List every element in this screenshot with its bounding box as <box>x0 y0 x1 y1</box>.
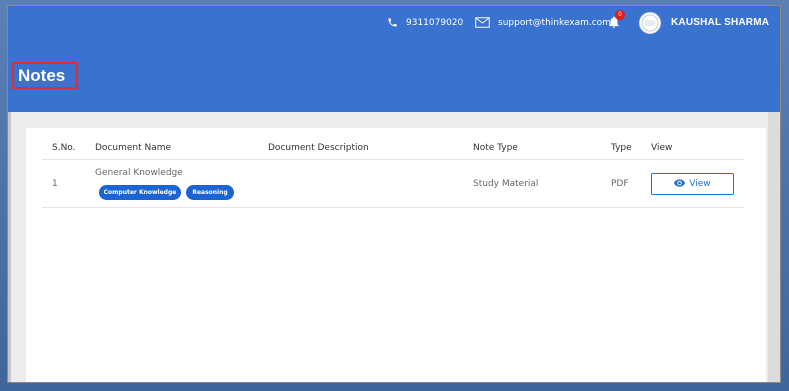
view-button[interactable]: View <box>651 173 734 195</box>
column-header-document-description: Document Description <box>268 143 369 153</box>
user-name[interactable]: KAUSHAL SHARMA <box>671 17 769 28</box>
notes-table-card <box>26 128 766 382</box>
column-header-note-type: Note Type <box>473 143 518 153</box>
page-title: Notes <box>12 62 78 89</box>
app-window: 9311079020 support@thinkexam.com 0 KAUSH… <box>8 6 780 382</box>
email-address: support@thinkexam.com <box>498 17 611 28</box>
phone-number: 9311079020 <box>406 17 464 28</box>
top-header: 9311079020 support@thinkexam.com 0 KAUSH… <box>8 6 780 112</box>
view-button-label: View <box>689 179 711 189</box>
notification-button[interactable]: 0 <box>607 10 625 30</box>
eye-icon <box>674 178 686 190</box>
right-scrollbar-area[interactable] <box>768 112 780 382</box>
avatar[interactable] <box>639 12 661 34</box>
column-header-document-name: Document Name <box>95 143 172 153</box>
table-row-divider <box>42 207 744 208</box>
notification-badge: 0 <box>615 10 625 20</box>
column-header-sno: S.No. <box>52 143 76 153</box>
table-header-divider <box>42 159 744 160</box>
left-border-strip <box>8 112 11 382</box>
note-type: Study Material <box>473 179 539 189</box>
column-header-type: Type <box>611 143 632 153</box>
tag-reasoning[interactable]: Reasoning <box>186 185 234 200</box>
app-content: 9311079020 support@thinkexam.com 0 KAUSH… <box>8 6 780 382</box>
file-type: PDF <box>611 179 629 189</box>
phone-contact[interactable]: 9311079020 <box>387 17 463 28</box>
row-sno: 1 <box>52 179 58 189</box>
document-name: General Knowledge <box>95 168 183 178</box>
email-contact[interactable]: support@thinkexam.com <box>475 17 611 28</box>
column-header-view: View <box>651 143 673 153</box>
mail-icon <box>475 17 490 28</box>
phone-icon <box>387 17 398 28</box>
tag-computer-knowledge[interactable]: Computer Knowledge <box>99 185 181 200</box>
